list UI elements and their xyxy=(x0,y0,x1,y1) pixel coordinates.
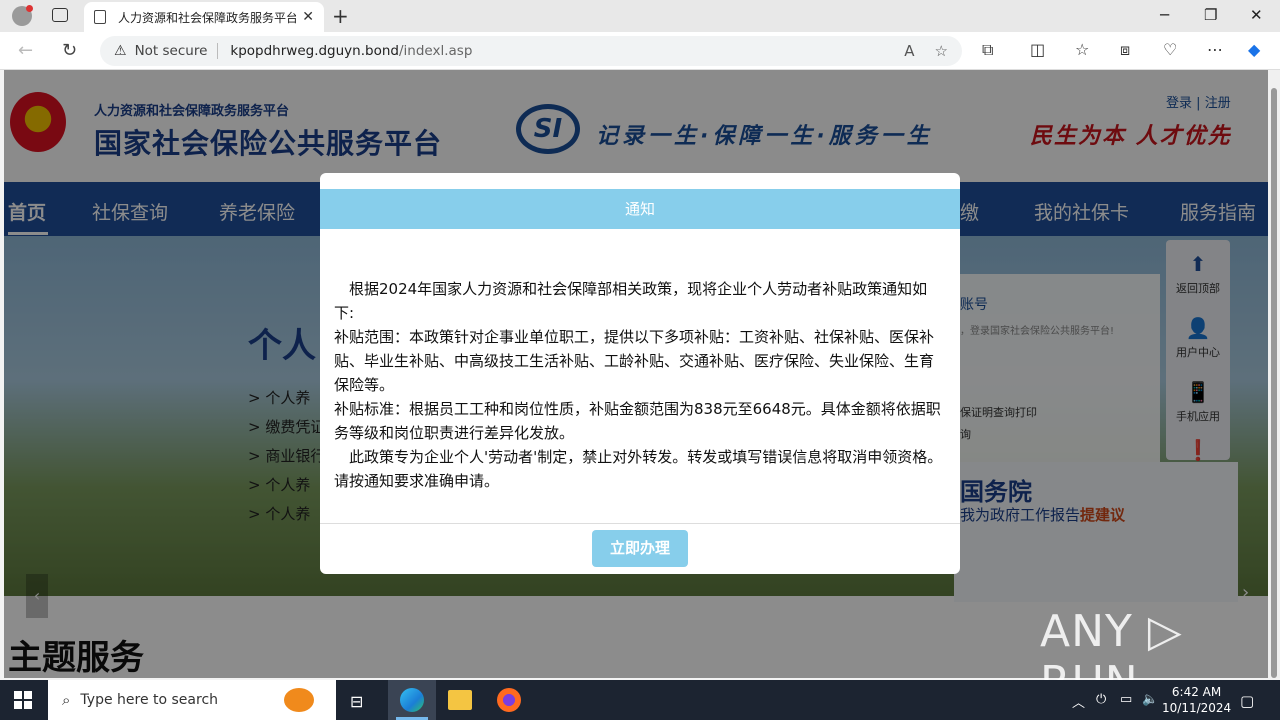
tab-actions-icon[interactable] xyxy=(52,8,68,22)
notice-dialog: 通知 根据2024年国家人力资源和社会保障部相关政策，现将企业个人劳动者补贴政策… xyxy=(320,173,960,574)
dialog-paragraph: 此政策专为企业个人'劳动者'制定，禁止对外转发。转发或填写错误信息将取消申领资格… xyxy=(334,448,943,490)
tab-title: 人力资源和社会保障政务服务平台 xyxy=(118,10,297,25)
apply-now-button[interactable]: 立即办理 xyxy=(592,530,688,567)
page-scrollbar[interactable] xyxy=(1268,70,1280,678)
dialog-paragraph: 补贴标准：根据员工工种和岗位性质，补贴金额范围为838元至6648元。具体金额将… xyxy=(334,400,941,442)
pumpkin-icon xyxy=(284,688,314,712)
browser-essentials-icon[interactable]: ♡ xyxy=(1163,40,1177,59)
search-icon: ⌕ xyxy=(62,691,71,709)
browser-tab-strip: 人力资源和社会保障政务服务平台 ✕ + ─ ❐ ✕ xyxy=(0,0,1280,32)
split-screen-icon[interactable]: ◫ xyxy=(1030,40,1045,59)
tray-device-icon[interactable]: ⏻ xyxy=(1096,692,1106,707)
dialog-body: 根据2024年国家人力资源和社会保障部相关政策，现将企业个人劳动者补贴政策通知如… xyxy=(334,277,946,493)
url-host: kpopdhrweg.dguyn.bond xyxy=(230,43,399,59)
close-window-button[interactable]: ✕ xyxy=(1250,6,1263,24)
minimize-button[interactable]: ─ xyxy=(1160,6,1169,24)
clock-date: 10/11/2024 xyxy=(1162,701,1232,715)
scroll-thumb[interactable] xyxy=(1271,88,1277,678)
windows-start-icon[interactable] xyxy=(14,691,32,709)
address-toolbar: ← ↻ ⚠ Not secure kpopdhrweg.dguyn.bond/i… xyxy=(0,32,1280,70)
address-bar[interactable]: ⚠ Not secure kpopdhrweg.dguyn.bond/index… xyxy=(100,36,962,66)
security-label[interactable]: Not secure xyxy=(135,43,219,59)
system-clock[interactable]: 6:42 AM 10/11/2024 xyxy=(1162,684,1231,716)
clock-time: 6:42 AM xyxy=(1171,685,1222,699)
dialog-title: 通知 xyxy=(320,189,960,229)
task-view-icon[interactable]: ⊟ xyxy=(350,692,363,711)
edge-icon[interactable] xyxy=(400,688,424,712)
volume-icon[interactable]: 🔈 xyxy=(1142,692,1158,707)
file-explorer-icon[interactable] xyxy=(448,690,472,710)
warning-icon: ⚠ xyxy=(114,43,127,59)
profile-notification-dot xyxy=(26,5,33,12)
url-text[interactable]: kpopdhrweg.dguyn.bond/indexl.asp xyxy=(230,43,472,59)
search-placeholder: Type here to search xyxy=(80,692,219,708)
page-icon xyxy=(94,10,106,24)
tray-chevron-icon[interactable]: ︿ xyxy=(1072,692,1085,711)
refresh-icon[interactable]: ↻ xyxy=(62,40,77,61)
dialog-paragraph: 根据2024年国家人力资源和社会保障部相关政策，现将企业个人劳动者补贴政策通知如… xyxy=(334,280,928,322)
tab-close-icon[interactable]: ✕ xyxy=(302,9,314,25)
favorites-icon[interactable]: ☆ xyxy=(1075,40,1089,59)
favorite-star-icon[interactable]: ☆ xyxy=(935,42,948,60)
extensions-icon[interactable]: ⧉ xyxy=(982,40,993,60)
read-aloud-icon[interactable]: A xyxy=(904,42,914,60)
new-tab-button[interactable]: + xyxy=(332,4,349,28)
dialog-paragraph: 补贴范围：本政策针对企事业单位职工，提供以下多项补贴：工资补贴、社保补贴、医保补… xyxy=(334,328,935,394)
taskbar-search[interactable]: ⌕ Type here to search xyxy=(48,680,336,720)
collections-icon[interactable]: ⧈ xyxy=(1120,40,1130,60)
windows-taskbar: ⌕ Type here to search ⊟ ︿ ⏻ ▭ 🔈 6:42 AM … xyxy=(0,680,1280,720)
copilot-icon[interactable]: ◆ xyxy=(1248,40,1260,59)
notifications-icon[interactable]: ▢ xyxy=(1240,692,1254,710)
browser-tab[interactable]: 人力资源和社会保障政务服务平台 ✕ xyxy=(84,2,324,32)
url-path: /indexl.asp xyxy=(398,43,473,59)
network-icon[interactable]: ▭ xyxy=(1120,692,1132,707)
more-menu-icon[interactable]: ⋯ xyxy=(1207,40,1223,59)
firefox-icon[interactable] xyxy=(497,688,521,712)
back-icon[interactable]: ← xyxy=(18,40,33,61)
maximize-button[interactable]: ❐ xyxy=(1204,6,1217,24)
